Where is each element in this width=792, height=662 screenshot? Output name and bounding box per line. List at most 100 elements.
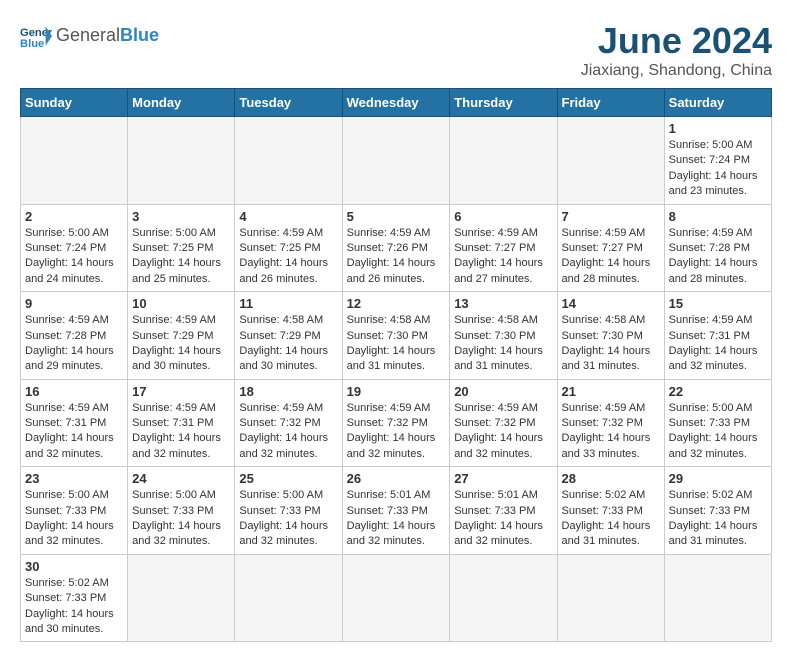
weekday-header-sunday: Sunday <box>21 89 128 117</box>
day-number: 27 <box>454 471 552 486</box>
day-info: Sunrise: 4:59 AMSunset: 7:26 PMDaylight:… <box>347 226 446 288</box>
day-info: Sunrise: 5:00 AMSunset: 7:24 PMDaylight:… <box>25 226 123 288</box>
day-info: Sunrise: 5:00 AMSunset: 7:24 PMDaylight:… <box>669 138 767 200</box>
logo: General Blue GeneralBlue <box>20 20 159 52</box>
day-number: 28 <box>562 471 660 486</box>
day-info: Sunrise: 5:02 AMSunset: 7:33 PMDaylight:… <box>25 576 123 638</box>
day-number: 18 <box>239 384 337 399</box>
calendar-day-cell: 7 Sunrise: 4:59 AMSunset: 7:27 PMDaylight… <box>557 204 664 292</box>
day-info: Sunrise: 4:59 AMSunset: 7:29 PMDaylight:… <box>132 313 230 375</box>
day-info: Sunrise: 4:59 AMSunset: 7:32 PMDaylight:… <box>562 401 660 463</box>
calendar-day-cell: 25 Sunrise: 5:00 AMSunset: 7:33 PMDayligh… <box>235 467 342 555</box>
day-info: Sunrise: 5:00 AMSunset: 7:33 PMDaylight:… <box>239 488 337 550</box>
calendar-day-cell: 28 Sunrise: 5:02 AMSunset: 7:33 PMDayligh… <box>557 467 664 555</box>
calendar-day-cell: 2 Sunrise: 5:00 AMSunset: 7:24 PMDaylight… <box>21 204 128 292</box>
calendar-day-cell: 29 Sunrise: 5:02 AMSunset: 7:33 PMDayligh… <box>664 467 771 555</box>
calendar-day-cell: 22Sunrise: 5:00 AMSunset: 7:33 PMDayligh… <box>664 379 771 467</box>
calendar-day-cell: 11Sunrise: 4:58 AMSunset: 7:29 PMDayligh… <box>235 292 342 380</box>
day-info: Sunrise: 5:02 AMSunset: 7:33 PMDaylight:… <box>562 488 660 550</box>
day-info: Sunrise: 4:59 AMSunset: 7:31 PMDaylight:… <box>669 313 767 375</box>
calendar-day-cell: 24Sunrise: 5:00 AMSunset: 7:33 PMDayligh… <box>128 467 235 555</box>
calendar-day-cell: 21 Sunrise: 4:59 AMSunset: 7:32 PMDayligh… <box>557 379 664 467</box>
day-info: Sunrise: 5:02 AMSunset: 7:33 PMDaylight:… <box>669 488 767 550</box>
day-info: Sunrise: 5:00 AMSunset: 7:33 PMDaylight:… <box>25 488 123 550</box>
calendar-day-cell <box>128 117 235 205</box>
day-info: Sunrise: 4:59 AMSunset: 7:32 PMDaylight:… <box>239 401 337 463</box>
calendar-week-row: 1 Sunrise: 5:00 AMSunset: 7:24 PMDaylight… <box>21 117 772 205</box>
page-header: General Blue GeneralBlue June 2024 Jiaxi… <box>20 20 772 80</box>
day-info: Sunrise: 4:59 AMSunset: 7:32 PMDaylight:… <box>454 401 552 463</box>
day-number: 4 <box>239 209 337 224</box>
calendar-day-cell <box>450 554 557 642</box>
calendar-day-cell: 16 Sunrise: 4:59 AMSunset: 7:31 PMDayligh… <box>21 379 128 467</box>
calendar-week-row: 23Sunrise: 5:00 AMSunset: 7:33 PMDayligh… <box>21 467 772 555</box>
day-number: 25 <box>239 471 337 486</box>
day-number: 10 <box>132 296 230 311</box>
calendar-day-cell <box>557 117 664 205</box>
weekday-header-tuesday: Tuesday <box>235 89 342 117</box>
day-info: Sunrise: 4:59 AMSunset: 7:32 PMDaylight:… <box>347 401 446 463</box>
day-number: 3 <box>132 209 230 224</box>
day-info: Sunrise: 4:59 AMSunset: 7:28 PMDaylight:… <box>25 313 123 375</box>
day-number: 17 <box>132 384 230 399</box>
calendar-day-cell <box>342 554 450 642</box>
day-number: 29 <box>669 471 767 486</box>
title-block: June 2024 Jiaxiang, Shandong, China <box>581 20 772 80</box>
weekday-header-friday: Friday <box>557 89 664 117</box>
calendar-day-cell: 27 Sunrise: 5:01 AMSunset: 7:33 PMDayligh… <box>450 467 557 555</box>
day-number: 13 <box>454 296 552 311</box>
calendar-day-cell: 23Sunrise: 5:00 AMSunset: 7:33 PMDayligh… <box>21 467 128 555</box>
day-info: Sunrise: 4:58 AMSunset: 7:30 PMDaylight:… <box>454 313 552 375</box>
day-info: Sunrise: 5:00 AMSunset: 7:25 PMDaylight:… <box>132 226 230 288</box>
day-number: 6 <box>454 209 552 224</box>
calendar-day-cell: 3 Sunrise: 5:00 AMSunset: 7:25 PMDaylight… <box>128 204 235 292</box>
month-title: June 2024 <box>581 20 772 62</box>
day-number: 9 <box>25 296 123 311</box>
calendar-day-cell: 14Sunrise: 4:58 AMSunset: 7:30 PMDayligh… <box>557 292 664 380</box>
calendar-day-cell: 17Sunrise: 4:59 AMSunset: 7:31 PMDayligh… <box>128 379 235 467</box>
calendar-day-cell: 13 Sunrise: 4:58 AMSunset: 7:30 PMDayligh… <box>450 292 557 380</box>
day-number: 5 <box>347 209 446 224</box>
day-info: Sunrise: 4:59 AMSunset: 7:27 PMDaylight:… <box>562 226 660 288</box>
calendar-day-cell: 1 Sunrise: 5:00 AMSunset: 7:24 PMDaylight… <box>664 117 771 205</box>
svg-text:Blue: Blue <box>20 38 44 50</box>
calendar-day-cell <box>21 117 128 205</box>
calendar-week-row: 16 Sunrise: 4:59 AMSunset: 7:31 PMDayligh… <box>21 379 772 467</box>
day-number: 20 <box>454 384 552 399</box>
calendar-day-cell: 6 Sunrise: 4:59 AMSunset: 7:27 PMDaylight… <box>450 204 557 292</box>
weekday-header-wednesday: Wednesday <box>342 89 450 117</box>
location-title: Jiaxiang, Shandong, China <box>581 62 772 80</box>
calendar-day-cell: 18 Sunrise: 4:59 AMSunset: 7:32 PMDayligh… <box>235 379 342 467</box>
day-number: 16 <box>25 384 123 399</box>
calendar-day-cell: 9 Sunrise: 4:59 AMSunset: 7:28 PMDaylight… <box>21 292 128 380</box>
day-info: Sunrise: 4:59 AMSunset: 7:28 PMDaylight:… <box>669 226 767 288</box>
day-info: Sunrise: 4:59 AMSunset: 7:31 PMDaylight:… <box>25 401 123 463</box>
weekday-header-thursday: Thursday <box>450 89 557 117</box>
calendar-day-cell: 26Sunrise: 5:01 AMSunset: 7:33 PMDayligh… <box>342 467 450 555</box>
day-info: Sunrise: 5:01 AMSunset: 7:33 PMDaylight:… <box>454 488 552 550</box>
calendar-day-cell <box>557 554 664 642</box>
day-number: 21 <box>562 384 660 399</box>
calendar-day-cell <box>450 117 557 205</box>
day-info: Sunrise: 4:58 AMSunset: 7:30 PMDaylight:… <box>347 313 446 375</box>
calendar-day-cell <box>235 554 342 642</box>
logo-icon: General Blue <box>20 20 52 52</box>
day-info: Sunrise: 5:01 AMSunset: 7:33 PMDaylight:… <box>347 488 446 550</box>
calendar-day-cell: 8Sunrise: 4:59 AMSunset: 7:28 PMDaylight… <box>664 204 771 292</box>
day-number: 15 <box>669 296 767 311</box>
calendar-day-cell: 4Sunrise: 4:59 AMSunset: 7:25 PMDaylight… <box>235 204 342 292</box>
calendar-day-cell: 20 Sunrise: 4:59 AMSunset: 7:32 PMDayligh… <box>450 379 557 467</box>
day-number: 1 <box>669 121 767 136</box>
calendar-day-cell <box>664 554 771 642</box>
calendar-week-row: 2 Sunrise: 5:00 AMSunset: 7:24 PMDaylight… <box>21 204 772 292</box>
day-number: 11 <box>239 296 337 311</box>
weekday-header-monday: Monday <box>128 89 235 117</box>
day-number: 12 <box>347 296 446 311</box>
day-info: Sunrise: 4:59 AMSunset: 7:27 PMDaylight:… <box>454 226 552 288</box>
day-number: 7 <box>562 209 660 224</box>
weekday-header-row: SundayMondayTuesdayWednesdayThursdayFrid… <box>21 89 772 117</box>
calendar-week-row: 9 Sunrise: 4:59 AMSunset: 7:28 PMDaylight… <box>21 292 772 380</box>
day-number: 22 <box>669 384 767 399</box>
day-number: 2 <box>25 209 123 224</box>
calendar-day-cell: 12 Sunrise: 4:58 AMSunset: 7:30 PMDayligh… <box>342 292 450 380</box>
